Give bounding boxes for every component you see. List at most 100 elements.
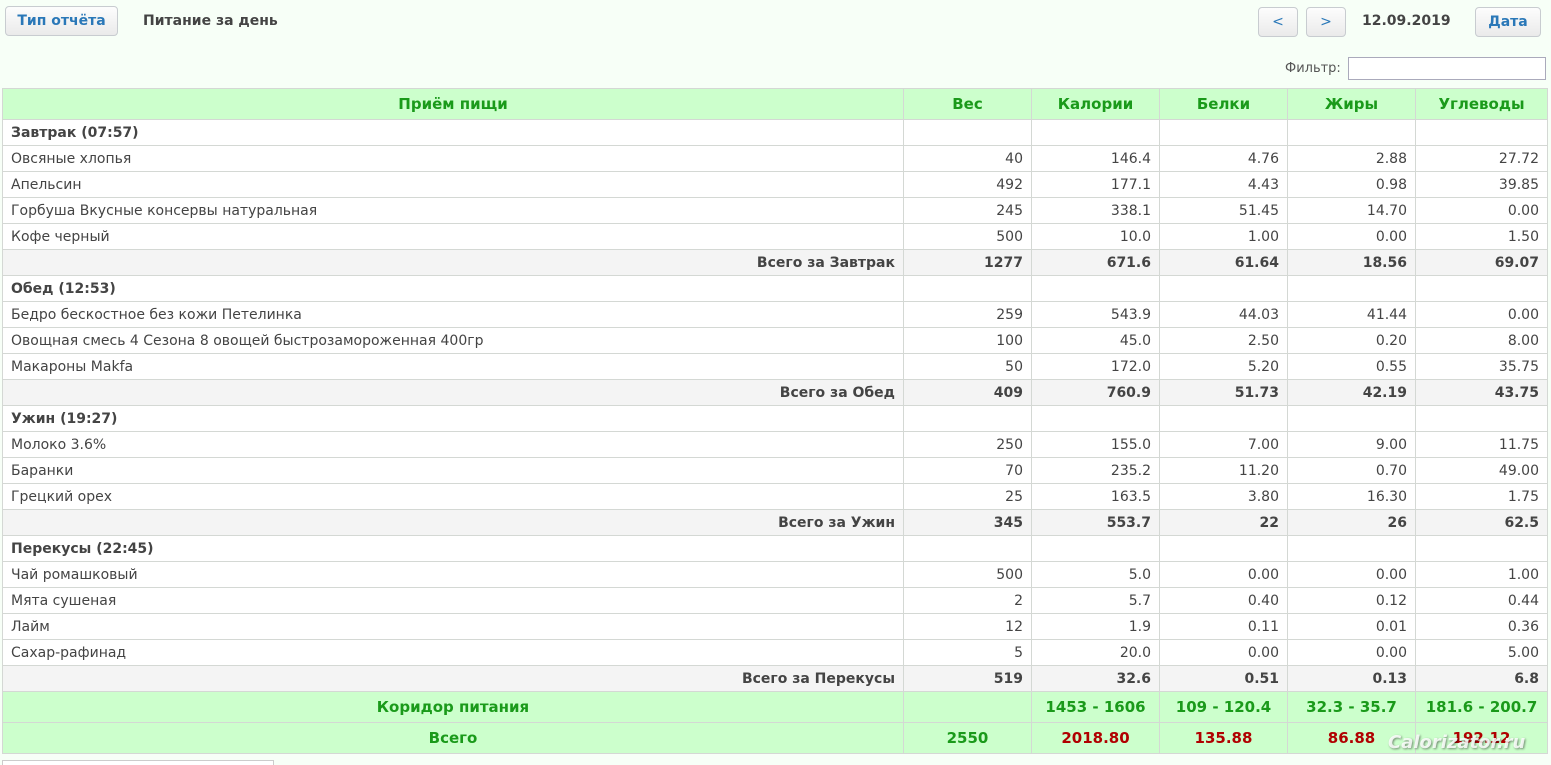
empty-cell (903, 275, 1032, 302)
total-protein: 0.51 (1159, 665, 1288, 692)
empty-cell (1031, 119, 1160, 146)
cell-food-name: Сахар-рафинад (2, 639, 904, 666)
cell-weight: 500 (903, 223, 1032, 250)
empty-cell (1287, 119, 1416, 146)
empty-cell (1159, 405, 1288, 432)
prev-day-button[interactable]: < (1258, 7, 1298, 37)
cell-calories: 10.0 (1031, 223, 1160, 250)
cell-fat: 0.00 (1287, 561, 1416, 588)
cell-carbs: 0.44 (1415, 587, 1548, 614)
cell-weight: 12 (903, 613, 1032, 640)
meal-total-label: Всего за Обед (2, 379, 904, 406)
cell-food-name: Грецкий орех (2, 483, 904, 510)
cell-food-name: Апельсин (2, 171, 904, 198)
empty-cell (1159, 535, 1288, 562)
cell-fat: 0.55 (1287, 353, 1416, 380)
bottom-scroll-strip (2, 760, 274, 765)
total-carbs: 69.07 (1415, 249, 1548, 276)
total-fat: 42.19 (1287, 379, 1416, 406)
cell-carbs: 1.50 (1415, 223, 1548, 250)
table-row[interactable]: Овсяные хлопья 40 146.4 4.76 2.88 27.72 (2, 145, 1548, 172)
filter-input[interactable] (1348, 57, 1546, 80)
empty-cell (1159, 119, 1288, 146)
col-header-carbs[interactable]: Углеводы (1415, 88, 1548, 120)
cell-protein: 2.50 (1159, 327, 1288, 354)
col-header-weight[interactable]: Вес (903, 88, 1032, 120)
next-day-button[interactable]: > (1306, 7, 1346, 37)
cell-calories: 1.9 (1031, 613, 1160, 640)
empty-cell (903, 535, 1032, 562)
cell-fat: 0.20 (1287, 327, 1416, 354)
table-row[interactable]: Апельсин 492 177.1 4.43 0.98 39.85 (2, 171, 1548, 198)
table-row[interactable]: Кофе черный 500 10.0 1.00 0.00 1.50 (2, 223, 1548, 250)
cell-food-name: Макароны Makfa (2, 353, 904, 380)
meal-group-row: Завтрак (07:57) (2, 119, 1548, 146)
cell-fat: 14.70 (1287, 197, 1416, 224)
table-row[interactable]: Чай ромашковый 500 5.0 0.00 0.00 1.00 (2, 561, 1548, 588)
table-row[interactable]: Грецкий орех 25 163.5 3.80 16.30 1.75 (2, 483, 1548, 510)
date-button[interactable]: Дата (1475, 7, 1541, 37)
cell-carbs: 39.85 (1415, 171, 1548, 198)
table-row[interactable]: Лайм 12 1.9 0.11 0.01 0.36 (2, 613, 1548, 640)
cell-fat: 9.00 (1287, 431, 1416, 458)
cell-food-name: Лайм (2, 613, 904, 640)
empty-cell (903, 405, 1032, 432)
cell-protein: 11.20 (1159, 457, 1288, 484)
cell-protein: 0.40 (1159, 587, 1288, 614)
cell-protein: 3.80 (1159, 483, 1288, 510)
table-row[interactable]: Мята сушеная 2 5.7 0.40 0.12 0.44 (2, 587, 1548, 614)
cell-calories: 5.0 (1031, 561, 1160, 588)
empty-cell (1031, 535, 1160, 562)
cell-calories: 155.0 (1031, 431, 1160, 458)
corridor-carbs: 181.6 - 200.7 (1415, 691, 1548, 723)
cell-protein: 0.00 (1159, 561, 1288, 588)
cell-calories: 543.9 (1031, 301, 1160, 328)
meal-total-row: Всего за Обед 409 760.9 51.73 42.19 43.75 (2, 379, 1548, 406)
cell-fat: 0.98 (1287, 171, 1416, 198)
cell-fat: 0.00 (1287, 639, 1416, 666)
total-protein: 61.64 (1159, 249, 1288, 276)
meal-total-row: Всего за Ужин 345 553.7 22 26 62.5 (2, 509, 1548, 536)
cell-food-name: Горбуша Вкусные консервы натуральная (2, 197, 904, 224)
table-row[interactable]: Макароны Makfa 50 172.0 5.20 0.55 35.75 (2, 353, 1548, 380)
cell-fat: 0.01 (1287, 613, 1416, 640)
table-row[interactable]: Овощная смесь 4 Сезона 8 овощей быстроза… (2, 327, 1548, 354)
cell-protein: 7.00 (1159, 431, 1288, 458)
table-row[interactable]: Сахар-рафинад 5 20.0 0.00 0.00 5.00 (2, 639, 1548, 666)
empty-cell (1415, 535, 1548, 562)
cell-carbs: 1.00 (1415, 561, 1548, 588)
cell-fat: 16.30 (1287, 483, 1416, 510)
table-row[interactable]: Молоко 3.6% 250 155.0 7.00 9.00 11.75 (2, 431, 1548, 458)
cell-fat: 2.88 (1287, 145, 1416, 172)
corridor-fat: 32.3 - 35.7 (1287, 691, 1416, 723)
grand-total-weight: 2550 (903, 722, 1032, 754)
meal-group-row: Ужин (19:27) (2, 405, 1548, 432)
corridor-weight (903, 691, 1032, 723)
total-weight: 519 (903, 665, 1032, 692)
col-header-protein[interactable]: Белки (1159, 88, 1288, 120)
col-header-calories[interactable]: Калории (1031, 88, 1160, 120)
total-protein: 51.73 (1159, 379, 1288, 406)
empty-cell (1287, 405, 1416, 432)
meal-total-row: Всего за Перекусы 519 32.6 0.51 0.13 6.8 (2, 665, 1548, 692)
cell-protein: 4.43 (1159, 171, 1288, 198)
cell-protein: 5.20 (1159, 353, 1288, 380)
table-row[interactable]: Баранки 70 235.2 11.20 0.70 49.00 (2, 457, 1548, 484)
total-calories: 553.7 (1031, 509, 1160, 536)
cell-weight: 100 (903, 327, 1032, 354)
cell-calories: 163.5 (1031, 483, 1160, 510)
table-row[interactable]: Горбуша Вкусные консервы натуральная 245 3… (2, 197, 1548, 224)
cell-carbs: 5.00 (1415, 639, 1548, 666)
col-header-fat[interactable]: Жиры (1287, 88, 1416, 120)
cell-calories: 338.1 (1031, 197, 1160, 224)
cell-weight: 259 (903, 301, 1032, 328)
table-row[interactable]: Бедро бескостное без кожи Петелинка 259 54… (2, 301, 1548, 328)
report-type-button[interactable]: Тип отчёта (5, 6, 118, 36)
col-header-meal[interactable]: Приём пищи (2, 88, 904, 120)
empty-cell (1159, 275, 1288, 302)
cell-carbs: 0.00 (1415, 197, 1548, 224)
cell-weight: 500 (903, 561, 1032, 588)
total-carbs: 43.75 (1415, 379, 1548, 406)
cell-protein: 0.11 (1159, 613, 1288, 640)
meal-total-row: Всего за Завтрак 1277 671.6 61.64 18.56 69.07 (2, 249, 1548, 276)
